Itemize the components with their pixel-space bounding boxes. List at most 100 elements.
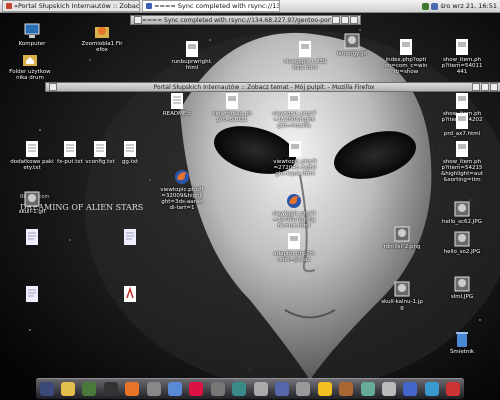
document-icon: [24, 285, 40, 303]
top-panel: »Portal Słupskich Internautów :: Zobacz …: [0, 0, 500, 13]
desktop-icon[interactable]: [10, 285, 54, 304]
close-icon[interactable]: [490, 83, 498, 91]
firefox-window-titlebar[interactable]: Portal Słupskich Internautów :: Zobacz t…: [45, 82, 500, 92]
html-file-icon: [454, 112, 470, 130]
desktop-icon[interactable]: viewtopic-t-339035.html: [283, 40, 327, 71]
desktop-icon-label: viewtopic.php?f=15280&highlight=mozilla: [272, 111, 316, 129]
desktop-icon-label: hello_sc62.JPG: [442, 219, 482, 225]
desktop-icon[interactable]: Komputer: [10, 22, 54, 47]
monitor-icon[interactable]: [253, 382, 268, 396]
desktop-icon-label: show_item.php?item=54011441: [441, 57, 483, 75]
desktop-icon[interactable]: slml.JPG: [440, 275, 484, 300]
desktop-icon[interactable]: README.c: [155, 92, 199, 117]
terminal-icon[interactable]: [103, 382, 118, 396]
minimize-icon[interactable]: [332, 16, 340, 24]
home-folder-icon: [22, 50, 38, 68]
audio-icon[interactable]: [296, 382, 311, 396]
desktop-icon-label: viewtopic.php?t=32009&highlight=3ds-aara…: [160, 187, 204, 211]
chat-icon[interactable]: [168, 382, 183, 396]
home-icon[interactable]: [39, 382, 54, 396]
tool-icon[interactable]: [146, 382, 161, 396]
desktop-icon[interactable]: gg.txt: [108, 140, 152, 165]
taskbar-task-terminal[interactable]: ==== Sync completed with rsync://134.68.…: [142, 0, 280, 12]
desktop-icon[interactable]: Śmietnik: [440, 330, 484, 355]
desktop-icon-label: skull-kalnu-1.jpg: [381, 299, 423, 311]
pdf-icon: [122, 285, 138, 303]
desktop-icon-label: skull-1.gif: [18, 209, 46, 215]
desktop-icon[interactable]: [10, 228, 54, 247]
paint-icon[interactable]: [360, 382, 375, 396]
disk-icon[interactable]: [274, 382, 289, 396]
desktop-icon[interactable]: viewtopic.php?f=15280&highlight=mozilla: [272, 92, 316, 129]
image-file-icon: [454, 200, 470, 218]
desktop-icon[interactable]: viewtopic.php?t=33709-highlight-mut.html: [272, 192, 316, 229]
screen-icon[interactable]: [403, 382, 418, 396]
mail-icon[interactable]: [82, 382, 97, 396]
network-tray-icon[interactable]: [422, 2, 430, 10]
desktop-icon[interactable]: skull-kalnu-1.jpg: [380, 280, 424, 311]
desktop-icon-label: README.c: [162, 111, 192, 117]
minimize-icon[interactable]: [472, 83, 480, 91]
document-icon: [24, 228, 40, 246]
maximize-icon[interactable]: [341, 16, 349, 24]
close-icon[interactable]: [350, 16, 358, 24]
dock: [36, 378, 464, 399]
terminal-icon: [146, 3, 152, 9]
desktop-icon-label: Komputer: [18, 41, 46, 47]
firefox-icon[interactable]: [125, 382, 140, 396]
exit-icon[interactable]: [446, 382, 461, 396]
document-icon: [122, 228, 138, 246]
desktop-icon[interactable]: [108, 285, 152, 304]
text-file-icon: [169, 92, 185, 110]
html-file-icon: [398, 38, 414, 56]
desktop-icon-label: show_item.php?item=54215&highlight=aut&s…: [440, 159, 484, 183]
desktop-icon[interactable]: viewtopic.php?t=272045-highlight-tvpol.h…: [273, 140, 317, 177]
window-menu-icon[interactable]: [134, 16, 142, 24]
volume-tray-icon[interactable]: [431, 2, 439, 10]
desktop-icon[interactable]: adapter.php?model=pxkaz: [272, 232, 316, 263]
desktop-icon-label: adapter.php?model=pxkaz: [273, 251, 315, 263]
play-icon[interactable]: [317, 382, 332, 396]
window-menu-icon[interactable]: [49, 83, 57, 91]
maximize-icon[interactable]: [481, 83, 489, 91]
speaker-icon[interactable]: [381, 382, 396, 396]
desktop-icon[interactable]: viewtopic.php?t=32009&highlight=3ds-aara…: [160, 168, 204, 211]
text-file-icon: [122, 140, 138, 158]
gimp-icon[interactable]: [61, 382, 76, 396]
taskbar-task-firefox[interactable]: »Portal Słupskich Internautów :: Zobacz …: [2, 0, 140, 12]
desktop-icon[interactable]: show_item.php?item=54011441: [440, 38, 484, 75]
clock[interactable]: śro wrz 21, 16:51: [440, 2, 500, 10]
desktop-icon-label: Śmietnik: [449, 349, 475, 355]
desktop-icon[interactable]: runbuprwright.html: [170, 40, 214, 71]
desktop-icon-label: prd_ax7.html: [443, 131, 481, 137]
tools-icon[interactable]: [339, 382, 354, 396]
firefox-icon: [6, 3, 12, 9]
clock-icon[interactable]: [189, 382, 204, 396]
desktop-icon[interactable]: [108, 228, 152, 247]
desktop-icon-label: runbuprwright.html: [171, 59, 213, 71]
html-file-icon: [454, 92, 470, 110]
desktop-icon[interactable]: viewthread.php?t=51021: [210, 92, 254, 123]
desktop-icon[interactable]: Folder użytkownika drum: [8, 50, 52, 81]
desktop-icon[interactable]: prd_ax7.html: [440, 112, 484, 137]
terminal-window-titlebar[interactable]: ==== Sync completed with rsync://134.68.…: [130, 15, 361, 25]
desktop-icon-label: Folder użytkownika drum: [9, 69, 51, 81]
globe-icon[interactable]: [424, 382, 439, 396]
html-file-icon: [297, 40, 313, 58]
desktop-icon[interactable]: Zoomiobla1 Firefox: [80, 22, 124, 53]
desktop-icon[interactable]: show_item.php?item=54215&highlight=aut&s…: [440, 140, 484, 183]
image-file-icon: [454, 230, 470, 248]
taskbar-task-label: ==== Sync completed with rsync://134.68.…: [154, 2, 280, 10]
desktop-icon[interactable]: hello_sc62.JPG: [440, 200, 484, 225]
firefox-folder-icon: [94, 22, 110, 40]
settings-icon[interactable]: [210, 382, 225, 396]
network-icon[interactable]: [232, 382, 247, 396]
desktop-icon[interactable]: rdmilsi_2.png: [380, 225, 424, 250]
text-file-icon: [62, 140, 78, 158]
desktop-icon-label: hello_so2.JPG: [443, 249, 481, 255]
desktop-icon[interactable]: skull-1.gif: [10, 190, 54, 215]
firefox-file-icon: [174, 168, 190, 186]
desktop-icon[interactable]: index.php?option=com_c=wintb=show: [384, 38, 428, 75]
desktop-icon[interactable]: hello_so2.JPG: [440, 230, 484, 255]
desktop-icon[interactable]: lemergy.gif: [330, 32, 374, 57]
